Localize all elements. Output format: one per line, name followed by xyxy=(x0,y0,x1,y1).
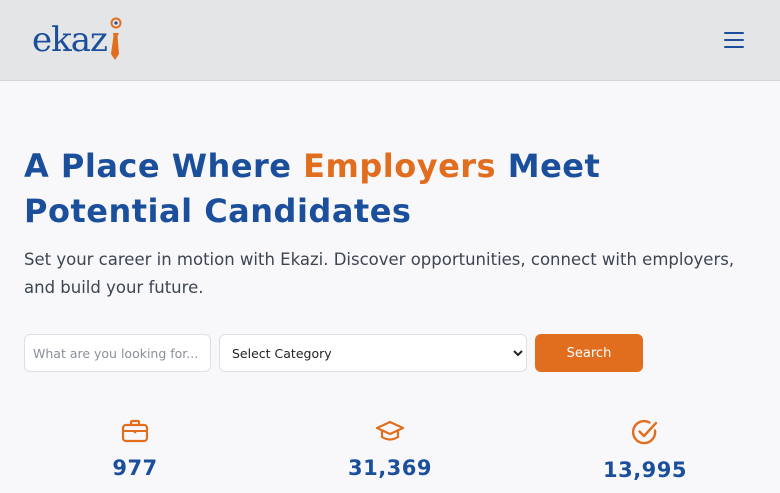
check-circle-icon xyxy=(631,419,658,445)
site-header: ekaz xyxy=(0,0,780,81)
stat-value: 13,995 xyxy=(602,458,688,482)
stat-jobs: 977 xyxy=(55,418,215,480)
category-select[interactable]: Select Category xyxy=(219,334,527,372)
logo-tie-icon xyxy=(108,16,122,64)
hero-title-accent: Employers xyxy=(303,147,497,185)
hamburger-menu-icon[interactable] xyxy=(722,29,746,51)
graduation-cap-icon xyxy=(375,420,405,441)
stat-value: 31,369 xyxy=(347,456,433,480)
hero-title-part1: A Place Where xyxy=(24,147,304,185)
hero-title: A Place Where Employers Meet Potential C… xyxy=(24,144,764,234)
logo-wordmark: ekaz xyxy=(32,20,108,60)
search-input[interactable] xyxy=(24,334,211,372)
hero-subtitle: Set your career in motion with Ekazi. Di… xyxy=(24,250,735,297)
briefcase-icon xyxy=(121,419,149,443)
ekazi-logo[interactable]: ekaz xyxy=(32,16,122,64)
stat-value: 977 xyxy=(112,456,158,480)
search-button[interactable]: Search xyxy=(535,334,643,372)
stat-candidates: 31,369 xyxy=(310,418,470,480)
stat-employers: 13,995 xyxy=(565,418,725,482)
